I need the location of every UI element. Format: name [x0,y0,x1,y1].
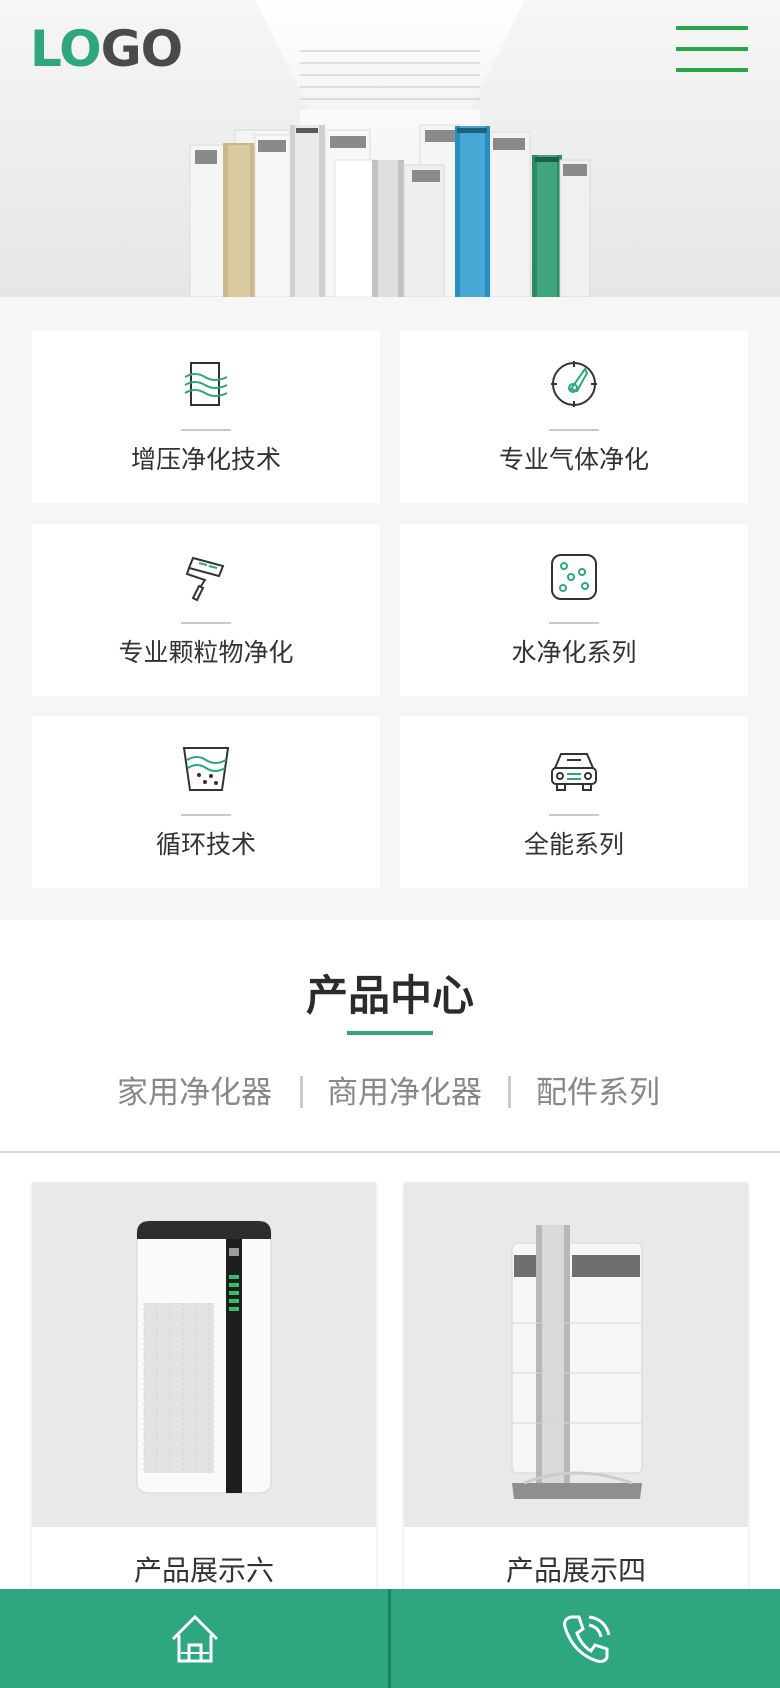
feature-card-allround[interactable]: 全能系列 [400,716,748,888]
site-logo[interactable]: LOGO [30,24,200,74]
feature-label: 循环技术 [155,831,256,859]
feature-card-pressure[interactable]: 增压净化技术 [32,331,380,503]
product-image [32,1183,376,1527]
title-underline [347,1031,433,1035]
feature-label: 水净化系列 [511,639,637,667]
tab-separator [508,1076,511,1108]
card-divider [549,814,599,816]
product-image [404,1183,748,1527]
hero-banner: LOGO [0,0,780,297]
card-divider [181,622,231,624]
product-name: 产品展示六 [133,1555,274,1586]
feature-grid: 增压净化技术 专业气体净化 专业颗粒物净化 水净化系列 循环技术 全能系列 [0,297,780,920]
feature-card-water[interactable]: 水净化系列 [400,524,748,696]
airflow-document-icon [184,362,228,406]
bottom-nav-bar [0,1589,780,1688]
tab-separator [300,1076,303,1108]
purifier-image [511,1225,643,1499]
feature-label: 专业气体净化 [498,446,649,474]
feature-label: 专业颗粒物净化 [118,639,294,667]
card-divider [549,622,599,624]
product-card[interactable]: 产品展示六 [32,1183,376,1603]
home-icon [171,1614,219,1663]
tab-accessories[interactable]: 配件系列 [536,1070,660,1116]
call-button[interactable] [391,1589,780,1688]
water-bucket-icon [182,747,230,791]
feature-label: 全能系列 [523,831,624,859]
paint-roller-icon [185,556,225,602]
section-divider [0,1151,780,1153]
card-divider [181,814,231,816]
tab-household[interactable]: 家用净化器 [117,1070,272,1116]
tab-commercial[interactable]: 商用净化器 [327,1070,482,1116]
feature-card-gas[interactable]: 专业气体净化 [400,331,748,503]
purifier-image [136,1220,272,1494]
phone-icon [563,1615,611,1663]
product-tabs: 家用净化器 商用净化器 配件系列 [0,1070,780,1116]
product-center-title: 产品中心 [305,972,474,1019]
feature-card-circulation[interactable]: 循环技术 [32,716,380,888]
dots-square-icon [551,554,597,600]
home-button[interactable] [0,1589,389,1688]
feature-label: 增压净化技术 [130,446,281,474]
card-divider [181,429,231,431]
product-name: 产品展示四 [505,1555,646,1586]
feature-card-particle[interactable]: 专业颗粒物净化 [32,524,380,696]
hamburger-menu-icon[interactable] [676,26,748,72]
card-divider [549,429,599,431]
car-icon [551,753,597,791]
product-card[interactable]: 产品展示四 [404,1183,748,1603]
gauge-target-icon [551,361,597,407]
